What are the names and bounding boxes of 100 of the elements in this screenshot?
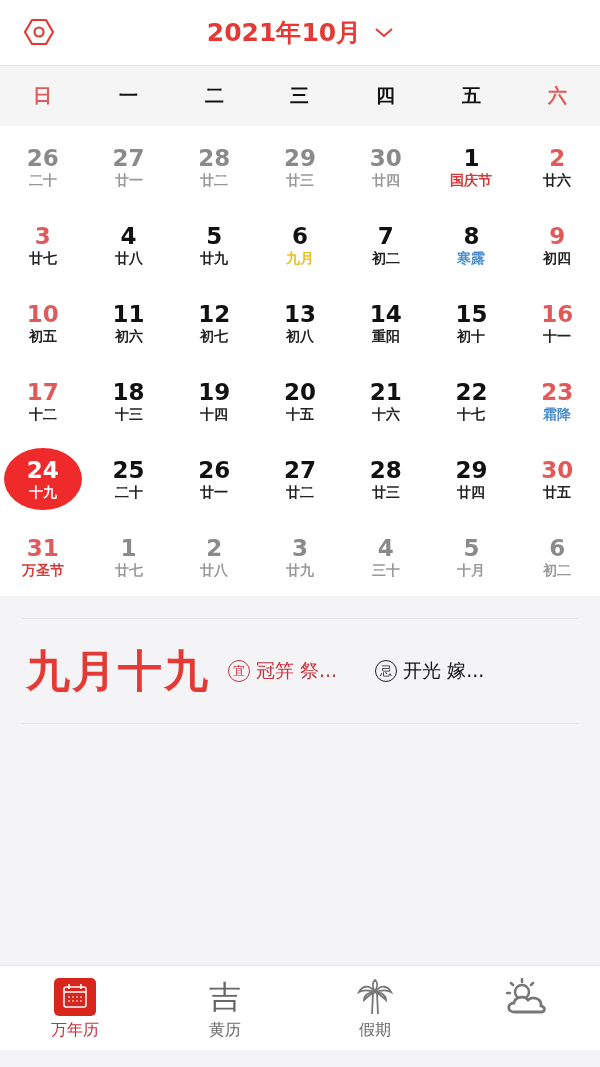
day-cell[interactable]: 11 初六: [89, 292, 168, 354]
weekday-label: 四: [376, 83, 396, 108]
day-cell[interactable]: 10 初五: [3, 292, 82, 354]
day-cell[interactable]: 21 十六: [346, 370, 425, 432]
day-cell[interactable]: 28 廿三: [346, 448, 425, 510]
lunar-date: 十六: [371, 407, 400, 421]
nav-tab[interactable]: 吉 黄历: [150, 966, 300, 1050]
day-number: 22: [455, 381, 488, 404]
day-number: 9: [549, 225, 566, 248]
lunar-date: 十二: [28, 407, 57, 421]
lunar-date: 初二: [543, 563, 572, 577]
day-number: 1: [463, 147, 480, 170]
auspicious-text: 冠笄 祭...: [256, 658, 338, 683]
lunar-date: 廿五: [543, 485, 572, 499]
day-cell[interactable]: 15 初十: [432, 292, 511, 354]
day-number: 26: [26, 147, 59, 170]
day-cell[interactable]: 26 廿一: [175, 448, 254, 510]
day-number: 2: [206, 537, 223, 560]
lunar-date: 二十: [114, 485, 143, 499]
day-number: 15: [455, 303, 488, 326]
day-cell[interactable]: 30 廿五: [518, 448, 597, 510]
inauspicious-text: 开光 嫁...: [403, 658, 485, 683]
day-number: 20: [283, 381, 316, 404]
lunar-date: 廿六: [543, 173, 572, 187]
day-cell[interactable]: 13 初八: [261, 292, 339, 354]
lunar-date: 二十: [28, 173, 57, 187]
lunar-date: 重阳: [371, 329, 400, 343]
day-cell[interactable]: 14 重阳: [346, 292, 425, 354]
day-number: 7: [377, 225, 394, 248]
day-number: 31: [26, 537, 59, 560]
day-number: 28: [369, 459, 402, 482]
day-cell[interactable]: 2 廿六: [518, 136, 597, 198]
day-number: 2: [549, 147, 566, 170]
lunar-date: 廿八: [200, 563, 229, 577]
day-number: 19: [198, 381, 231, 404]
lunar-date: 十一: [543, 329, 572, 343]
day-cell[interactable]: 29 廿四: [432, 448, 511, 510]
day-cell[interactable]: 25 二十: [89, 448, 168, 510]
lunar-date: 十九: [28, 485, 57, 499]
day-number: 6: [291, 225, 308, 248]
lunar-date: 廿七: [114, 563, 143, 577]
lunar-date: 国庆节: [450, 173, 493, 187]
day-cell[interactable]: 5 廿九: [175, 214, 254, 276]
day-cell[interactable]: 23 霜降: [518, 370, 597, 432]
lunar-date: 寒露: [457, 251, 486, 265]
day-number: 29: [455, 459, 488, 482]
lunar-date: 初十: [457, 329, 486, 343]
day-cell[interactable]: 9 初四: [518, 214, 597, 276]
day-cell[interactable]: 18 十三: [89, 370, 168, 432]
lunar-date-title: 九月十九: [26, 643, 210, 698]
day-cell[interactable]: 19 十四: [175, 370, 254, 432]
nav-tab[interactable]: 万年历: [0, 966, 150, 1050]
day-cell[interactable]: 22 十七: [432, 370, 511, 432]
lunar-date: 霜降: [543, 407, 572, 421]
day-cell[interactable]: 6 九月: [261, 214, 339, 276]
day-cell[interactable]: 7 初二: [346, 214, 425, 276]
lunar-date: 初八: [286, 329, 314, 343]
weekday-label: 六: [547, 83, 567, 108]
day-cell[interactable]: 4 廿八: [89, 214, 168, 276]
day-cell[interactable]: 1 国庆节: [432, 136, 511, 198]
palm-tree-icon: [356, 978, 394, 1016]
day-number: 4: [377, 537, 394, 560]
day-number: 28: [198, 147, 231, 170]
day-number: 3: [34, 225, 51, 248]
day-number: 23: [541, 381, 574, 404]
lunar-date: 廿九: [286, 563, 314, 577]
day-cell[interactable]: 12 初七: [175, 292, 254, 354]
calendar-icon: [53, 978, 97, 1016]
day-cell[interactable]: 17 十二: [3, 370, 82, 432]
month-selector[interactable]: 2021年10月: [206, 16, 394, 49]
lunar-date: 初七: [200, 329, 229, 343]
day-number: 10: [26, 303, 59, 326]
weekday-label: 三: [290, 83, 310, 108]
selected-day[interactable]: 24 十九: [3, 448, 82, 510]
day-cell[interactable]: 16 十一: [518, 292, 597, 354]
day-cell[interactable]: 31 万圣节: [3, 526, 82, 588]
day-number: 25: [112, 459, 145, 482]
lunar-date: 十三: [114, 407, 143, 421]
lunar-date: 廿三: [371, 485, 400, 499]
day-number: 21: [369, 381, 402, 404]
lunar-date: 九月: [286, 251, 314, 265]
day-cell[interactable]: 8 寒露: [432, 214, 511, 276]
weekday-label: 二: [204, 83, 224, 108]
lunar-date: 初四: [543, 251, 572, 265]
nav-tab[interactable]: 假期: [300, 966, 450, 1050]
lunar-date: 廿四: [457, 485, 486, 499]
lunar-date: 初五: [28, 329, 57, 343]
settings-icon[interactable]: [23, 18, 55, 46]
day-cell[interactable]: 27 廿二: [261, 448, 339, 510]
day-number: 11: [112, 303, 145, 326]
day-number: 27: [112, 147, 145, 170]
day-number: 16: [541, 303, 574, 326]
day-cell[interactable]: 20 十五: [261, 370, 339, 432]
lunar-date: 十五: [286, 407, 314, 421]
lunar-date: 廿一: [114, 173, 143, 187]
day-cell[interactable]: 3 廿七: [3, 214, 82, 276]
lunar-date: 初六: [114, 329, 143, 343]
day-number: 27: [283, 459, 316, 482]
lunar-date: 廿四: [371, 173, 400, 187]
chevron-down-icon: [375, 27, 394, 38]
